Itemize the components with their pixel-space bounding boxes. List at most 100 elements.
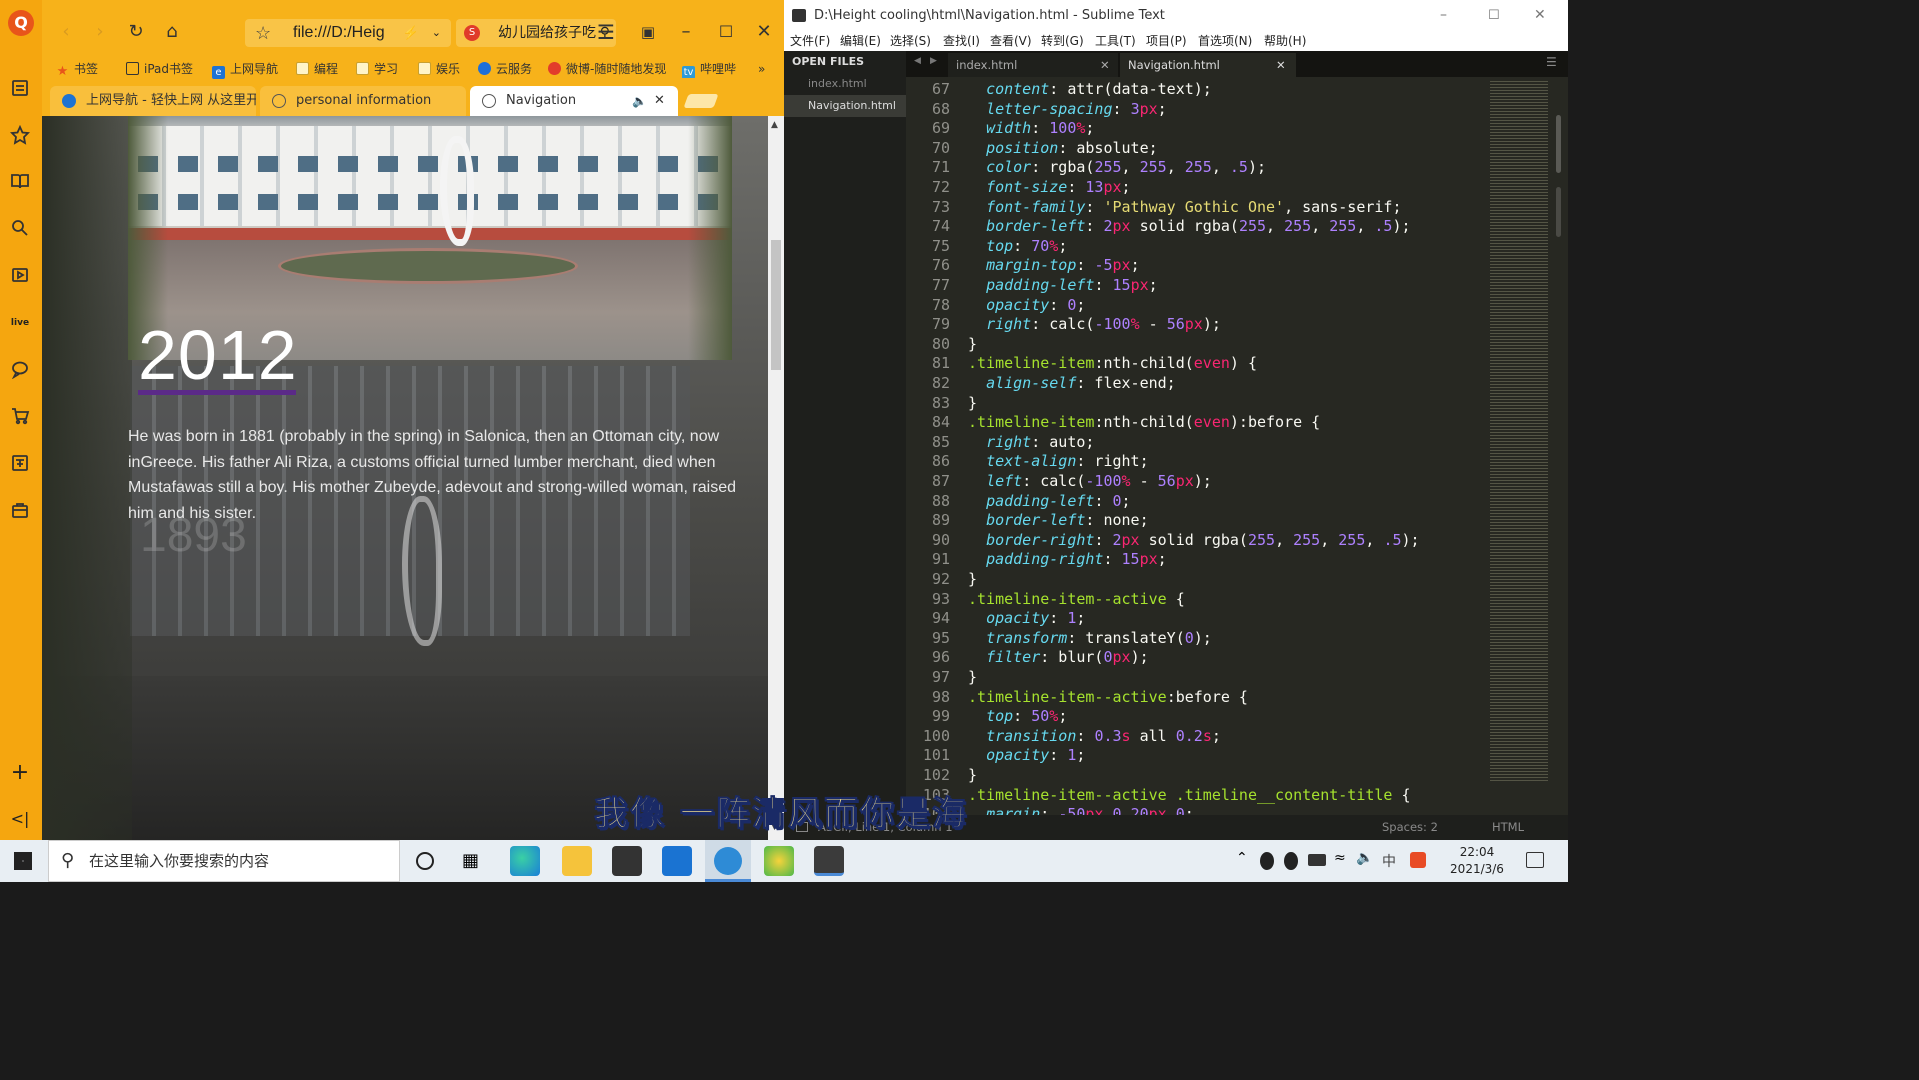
task-view-icon[interactable]: ▦ (462, 850, 479, 871)
code-line[interactable]: .timeline-item--active { (968, 590, 1185, 608)
code-line[interactable]: border-right: 2px solid rgba(255, 255, 2… (968, 531, 1420, 549)
code-line[interactable]: font-family: 'Pathway Gothic One', sans-… (968, 198, 1401, 216)
search-engine-icon[interactable]: S (464, 25, 480, 41)
bookmarks-more-icon[interactable]: » (758, 60, 765, 78)
menu-project[interactable]: 项目(P) (1146, 31, 1187, 51)
bookmark-item[interactable]: ★ 书签 (56, 60, 98, 78)
bookmark-item[interactable]: iPad书签 (126, 60, 193, 78)
code-line[interactable]: opacity: 0; (968, 296, 1085, 314)
ime-indicator[interactable]: 中 (1382, 851, 1396, 871)
code-line[interactable]: } (968, 668, 977, 686)
close-icon[interactable]: ✕ (752, 20, 776, 44)
pin-icon[interactable]: ▣ (636, 20, 660, 44)
code-line[interactable]: content: attr(data-text); (968, 80, 1212, 98)
code-line[interactable]: top: 50%; (968, 707, 1067, 725)
minimize-icon[interactable]: – (1440, 0, 1447, 31)
translate-icon[interactable] (9, 453, 31, 475)
tab-left-icon[interactable]: ◀ (914, 56, 921, 66)
tab-menu-icon[interactable]: ☰ (1546, 55, 1557, 69)
new-tab-button[interactable] (683, 94, 719, 108)
code-line[interactable]: padding-right: 15px; (968, 550, 1167, 568)
sidebar-file-index[interactable]: index.html (808, 77, 867, 90)
home-icon[interactable]: ⌂ (160, 20, 184, 44)
tab-personal-information[interactable]: personal information (260, 86, 466, 116)
sogou-icon[interactable] (1410, 852, 1426, 868)
menu-preferences[interactable]: 首选项(N) (1198, 31, 1252, 51)
code-line[interactable]: right: auto; (968, 433, 1094, 451)
browser-taskbar-active[interactable] (705, 840, 751, 882)
tab-right-icon[interactable]: ▶ (930, 56, 937, 66)
menu-help[interactable]: 帮助(H) (1264, 31, 1306, 51)
chat-icon[interactable] (9, 359, 31, 381)
code-line[interactable]: padding-left: 15px; (968, 276, 1158, 294)
minimize-icon[interactable]: – (674, 20, 698, 44)
music-app-icon[interactable] (764, 846, 794, 876)
code-line[interactable]: color: rgba(255, 255, 255, .5); (968, 158, 1266, 176)
minimap[interactable] (1486, 77, 1552, 815)
scroll-up-icon[interactable]: ▲ (771, 120, 778, 130)
code-line[interactable]: .timeline-item--active:before { (968, 688, 1248, 706)
briefcase-icon[interactable] (9, 500, 31, 522)
bookmark-folder[interactable]: 娱乐 (418, 60, 460, 78)
menu-file[interactable]: 文件(F) (790, 31, 830, 51)
menu-selection[interactable]: 选择(S) (890, 31, 931, 51)
menu-tools[interactable]: 工具(T) (1095, 31, 1136, 51)
code-line[interactable]: transform: translateY(0); (968, 629, 1212, 647)
code-line[interactable]: position: absolute; (968, 139, 1158, 157)
code-line[interactable]: .timeline-item:nth-child(even):before { (968, 413, 1320, 431)
forward-icon[interactable]: › (88, 20, 112, 44)
bookmark-item[interactable]: e 上网导航 (212, 60, 278, 79)
menu-icon[interactable]: ☰ (594, 20, 618, 44)
windows-start-icon[interactable] (14, 852, 32, 870)
book-icon[interactable] (9, 171, 31, 193)
flash-icon[interactable]: ⚡ (403, 19, 419, 47)
speaker-icon[interactable]: 🔈 (632, 86, 647, 116)
code-line[interactable]: .timeline-item:nth-child(even) { (968, 354, 1257, 372)
browser-logo-icon[interactable]: Q (8, 10, 34, 36)
code-line[interactable]: right: calc(-100% - 56px); (968, 315, 1221, 333)
menu-find[interactable]: 查找(I) (943, 31, 980, 51)
reload-icon[interactable]: ↻ (124, 20, 148, 44)
qq-icon[interactable] (1284, 852, 1298, 870)
sublime-taskbar-icon[interactable] (814, 846, 844, 876)
cart-icon[interactable] (9, 406, 31, 428)
tray-expand-icon[interactable]: ⌃ (1236, 850, 1248, 866)
code-line[interactable]: letter-spacing: 3px; (968, 100, 1167, 118)
code-line[interactable]: left: calc(-100% - 56px); (968, 472, 1212, 490)
code-line[interactable]: border-left: none; (968, 511, 1149, 529)
code-line[interactable]: font-size: 13px; (968, 178, 1131, 196)
favorites-star-icon[interactable] (9, 124, 31, 147)
code-line[interactable]: .timeline-item--active .timeline__conten… (968, 786, 1411, 804)
bookmark-item[interactable]: 云服务 (478, 60, 532, 78)
bookmark-item[interactable]: tv 哔哩哔 (682, 60, 742, 78)
tab-navigation-html[interactable]: Navigation.html ✕ (1120, 53, 1296, 77)
page-scrollbar[interactable]: ▲ ▼ (768, 116, 784, 840)
tab-close-icon[interactable]: ✕ (1100, 53, 1110, 77)
tab-close-icon[interactable]: ✕ (1276, 53, 1286, 77)
code-line[interactable]: align-self: flex-end; (968, 374, 1176, 392)
edge-icon[interactable] (510, 846, 540, 876)
address-bar[interactable]: ☆ file:///D:/Heig ⚡ ⌄ (245, 19, 451, 47)
bookmark-item[interactable]: 微博-随时随地发现 (548, 60, 666, 78)
scrollbar-thumb[interactable] (771, 240, 781, 370)
status-syntax[interactable]: HTML (1492, 815, 1524, 840)
tab-navigation[interactable]: Navigation 🔈 ✕ (470, 86, 678, 116)
scrollbar-thumb[interactable] (1556, 187, 1561, 237)
code-line[interactable]: opacity: 1; (968, 609, 1085, 627)
status-spaces[interactable]: Spaces: 2 (1382, 815, 1438, 840)
code-line[interactable]: width: 100%; (968, 119, 1094, 137)
notification-icon[interactable] (1526, 852, 1544, 868)
live-icon[interactable]: live (9, 312, 31, 334)
search-box[interactable]: S 幼儿园给孩子吃 ⚲ (456, 19, 616, 47)
clock[interactable]: 22:04 2021/3/6 (1442, 844, 1512, 878)
maximize-icon[interactable]: ☐ (1488, 0, 1500, 31)
tab-navigation-home[interactable]: 上网导航 - 轻快上网 从这里开 (50, 86, 256, 116)
code-line[interactable]: border-left: 2px solid rgba(255, 255, 25… (968, 217, 1410, 235)
address-dropdown-icon[interactable]: ⌄ (432, 19, 441, 47)
code-line[interactable]: } (968, 335, 977, 353)
code-line[interactable]: text-align: right; (968, 452, 1149, 470)
code-line[interactable]: padding-left: 0; (968, 492, 1131, 510)
wifi-icon[interactable]: ≈ (1334, 850, 1346, 866)
store-icon[interactable] (612, 846, 642, 876)
code-line[interactable]: margin: -50px 0 20px 0; (968, 805, 1194, 815)
